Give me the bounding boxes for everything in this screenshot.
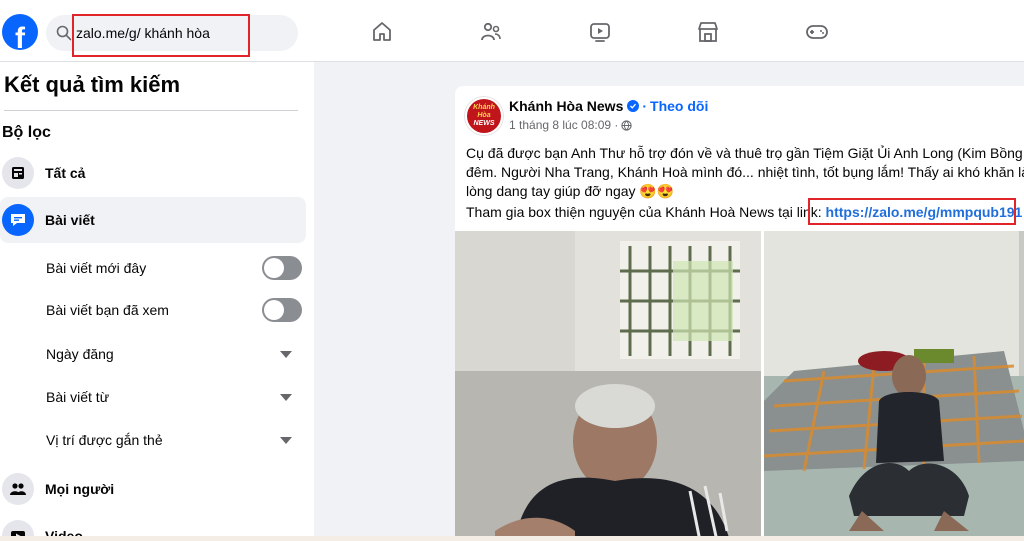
chevron-down-icon	[280, 350, 292, 358]
photo-old-man-writing	[455, 231, 761, 541]
page-name-link[interactable]: Khánh Hòa News	[509, 98, 623, 114]
search-annotation-box	[72, 14, 250, 57]
marketplace-icon[interactable]	[696, 20, 720, 44]
chevron-down-icon	[280, 436, 292, 444]
facebook-logo-letter: f	[15, 22, 25, 50]
photo-old-man-sitting	[764, 231, 1024, 541]
post-header: Khánh Hòa News · Theo dõi	[509, 98, 708, 114]
post-text: Cụ đã được bạn Anh Thư hỗ trợ đón về và …	[466, 144, 1024, 201]
separator-dot: ·	[642, 98, 648, 114]
filter-label: Ngày đăng	[46, 346, 114, 362]
verified-badge-icon	[627, 100, 640, 112]
search-icon	[56, 25, 72, 41]
filter-tagged-location[interactable]: Vị trí được gắn thẻ	[46, 425, 302, 455]
home-icon[interactable]	[370, 20, 394, 44]
seen-posts-toggle[interactable]	[262, 298, 302, 322]
posts-icon	[2, 204, 34, 236]
avatar-text: Hòa	[477, 112, 491, 119]
filter-heading: Bộ lọc	[2, 124, 51, 141]
filter-label: Bài viết bạn đã xem	[46, 302, 169, 318]
sidebar-item-label: Mọi người	[45, 481, 115, 497]
post-photo-1[interactable]	[455, 231, 761, 541]
sidebar-divider	[4, 110, 298, 111]
page-avatar[interactable]: Khánh Hòa NEWS	[464, 96, 504, 136]
bottom-edge	[0, 536, 1024, 541]
watch-video-icon[interactable]	[588, 20, 612, 44]
recent-posts-toggle[interactable]	[262, 256, 302, 280]
page-logo: Khánh Hòa NEWS	[467, 99, 501, 133]
post-photo-2[interactable]	[764, 231, 1024, 541]
filter-label: Vị trí được gắn thẻ	[46, 432, 163, 448]
filter-label: Bài viết mới đây	[46, 260, 147, 276]
sidebar-item-all[interactable]: Tất cả	[0, 150, 306, 196]
follow-button[interactable]: Theo dõi	[650, 98, 708, 114]
gaming-icon[interactable]	[805, 20, 829, 44]
globe-icon	[621, 119, 633, 131]
search-results-sidebar: Kết quả tìm kiếm Bộ lọc Tất cả Bài viết …	[0, 62, 314, 541]
filter-recent-posts[interactable]: Bài viết mới đây	[46, 253, 302, 283]
post-text-line: đêm. Người Nha Trang, Khánh Hoà mình đó.…	[466, 164, 1024, 180]
avatar-text: Khánh	[473, 104, 495, 111]
facebook-logo[interactable]: f	[2, 14, 38, 50]
sidebar-item-label: Tất cả	[45, 165, 86, 181]
filter-posts-from[interactable]: Bài viết từ	[46, 382, 302, 412]
chevron-down-icon	[280, 393, 292, 401]
sidebar-item-posts[interactable]: Bài viết	[0, 197, 306, 243]
avatar-text: NEWS	[473, 120, 495, 127]
people-icon	[2, 473, 34, 505]
friends-icon[interactable]	[479, 20, 503, 44]
filter-date-posted[interactable]: Ngày đăng	[46, 339, 302, 369]
link-annotation-box	[808, 198, 1016, 225]
filter-seen-posts[interactable]: Bài viết bạn đã xem	[46, 295, 302, 325]
feed-icon	[2, 157, 34, 189]
join-text: Tham gia box thiện nguyện của Khánh Hoà …	[466, 204, 826, 220]
post-timestamp[interactable]: 1 tháng 8 lúc 08:09 ·	[509, 118, 618, 132]
filter-label: Bài viết từ	[46, 389, 110, 405]
sidebar-item-label: Bài viết	[45, 212, 95, 228]
sidebar-title: Kết quả tìm kiếm	[4, 72, 181, 97]
post-text-line: Cụ đã được bạn Anh Thư hỗ trợ đón về và …	[466, 145, 1024, 161]
post-meta: 1 tháng 8 lúc 08:09 ·	[509, 118, 633, 132]
sidebar-item-people[interactable]: Mọi người	[0, 466, 306, 512]
post-card: Khánh Hòa NEWS Khánh Hòa News · Theo dõi…	[455, 86, 1024, 541]
